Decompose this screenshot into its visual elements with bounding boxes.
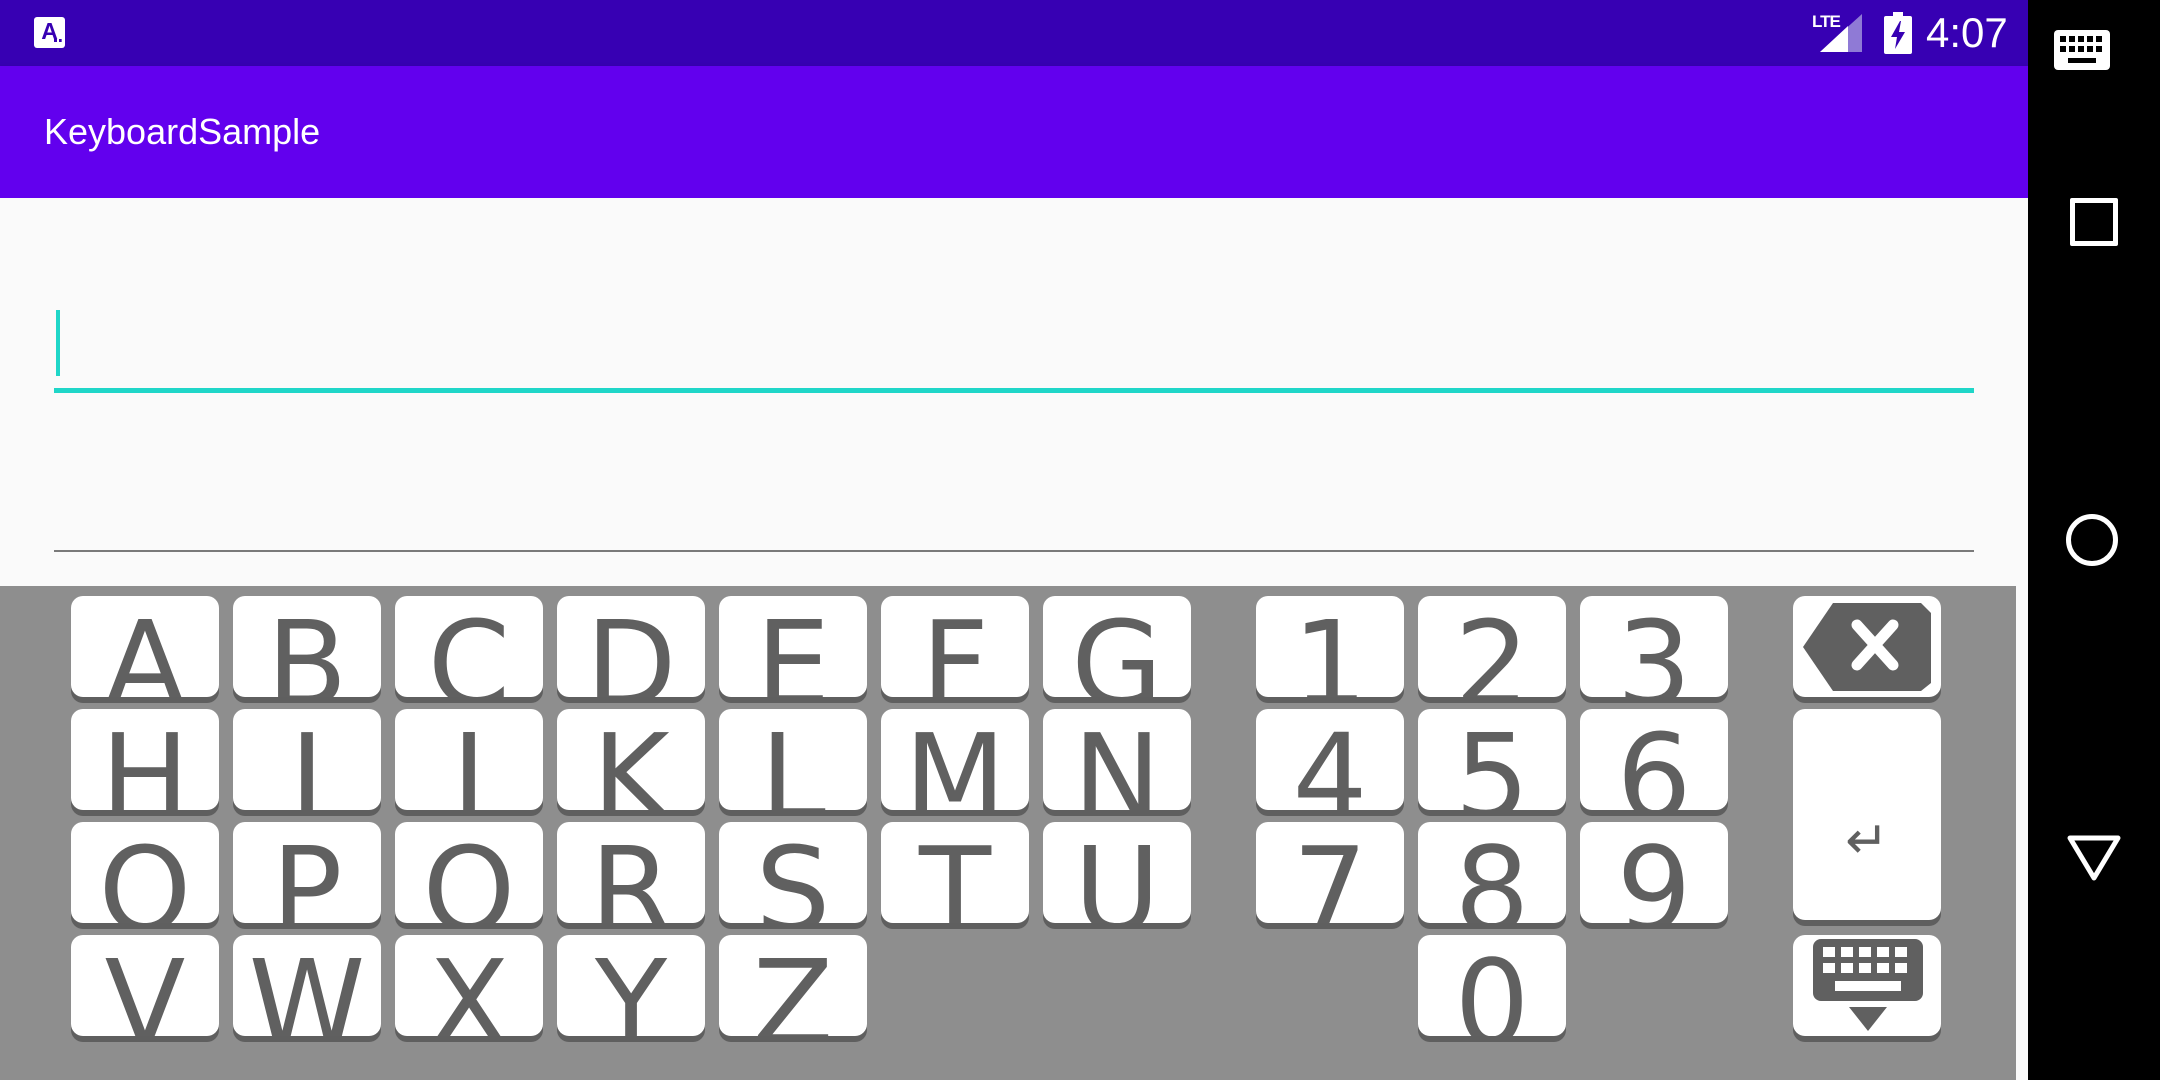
back-button[interactable] [2066, 834, 2122, 882]
key-j[interactable]: J [395, 709, 543, 810]
key-q[interactable]: Q [395, 822, 543, 923]
key-z[interactable]: Z [719, 935, 867, 1036]
content-area [0, 198, 2028, 586]
key-1[interactable]: 1 [1256, 596, 1404, 697]
navigation-bar [2028, 0, 2160, 1080]
key-2[interactable]: 2 [1418, 596, 1566, 697]
key-y[interactable]: Y [557, 935, 705, 1036]
hide-keyboard-key[interactable] [1793, 935, 1941, 1036]
key-e[interactable]: E [719, 596, 867, 697]
keyboard-hide-icon [1813, 939, 1923, 1031]
key-6[interactable]: 6 [1580, 709, 1728, 810]
text-cursor [56, 310, 60, 376]
text-input-focused[interactable] [54, 306, 1974, 393]
status-bar: A LTE 4:07 [0, 0, 2028, 66]
app-notification-icon: A [34, 17, 65, 48]
key-5[interactable]: 5 [1418, 709, 1566, 810]
enter-key[interactable]: ↵ [1793, 709, 1941, 920]
custom-keyboard: A B C D E F G 1 2 3 H I J K L M N 4 5 6 … [0, 586, 2016, 1080]
key-8[interactable]: 8 [1418, 822, 1566, 923]
key-9[interactable]: 9 [1580, 822, 1728, 923]
key-4[interactable]: 4 [1256, 709, 1404, 810]
key-g[interactable]: G [1043, 596, 1191, 697]
key-r[interactable]: R [557, 822, 705, 923]
text-input-second[interactable] [54, 468, 1974, 552]
key-s[interactable]: S [719, 822, 867, 923]
key-m[interactable]: M [881, 709, 1029, 810]
key-k[interactable]: K [557, 709, 705, 810]
key-v[interactable]: V [71, 935, 219, 1036]
key-o[interactable]: O [71, 822, 219, 923]
backspace-key[interactable] [1793, 596, 1941, 697]
enter-return-icon: ↵ [1845, 811, 1889, 871]
keyboard-icon[interactable] [2054, 30, 2110, 70]
key-0[interactable]: 0 [1418, 935, 1566, 1036]
key-w[interactable]: W [233, 935, 381, 1036]
status-clock: 4:07 [1926, 9, 2008, 56]
app-title: KeyboardSample [44, 111, 321, 152]
key-3[interactable]: 3 [1580, 596, 1728, 697]
key-d[interactable]: D [557, 596, 705, 697]
key-i[interactable]: I [233, 709, 381, 810]
key-l[interactable]: L [719, 709, 867, 810]
cell-signal-icon [1820, 14, 1862, 52]
key-f[interactable]: F [881, 596, 1029, 697]
key-b[interactable]: B [233, 596, 381, 697]
key-t[interactable]: T [881, 822, 1029, 923]
key-x[interactable]: X [395, 935, 543, 1036]
home-button[interactable] [2066, 514, 2118, 566]
key-h[interactable]: H [71, 709, 219, 810]
key-n[interactable]: N [1043, 709, 1191, 810]
key-u[interactable]: U [1043, 822, 1191, 923]
key-a[interactable]: A [71, 596, 219, 697]
recents-button[interactable] [2070, 198, 2118, 246]
key-p[interactable]: P [233, 822, 381, 923]
battery-charging-icon [1884, 12, 1912, 54]
backspace-icon [1803, 603, 1931, 691]
app-bar: KeyboardSample [0, 66, 2028, 198]
key-7[interactable]: 7 [1256, 822, 1404, 923]
key-c[interactable]: C [395, 596, 543, 697]
